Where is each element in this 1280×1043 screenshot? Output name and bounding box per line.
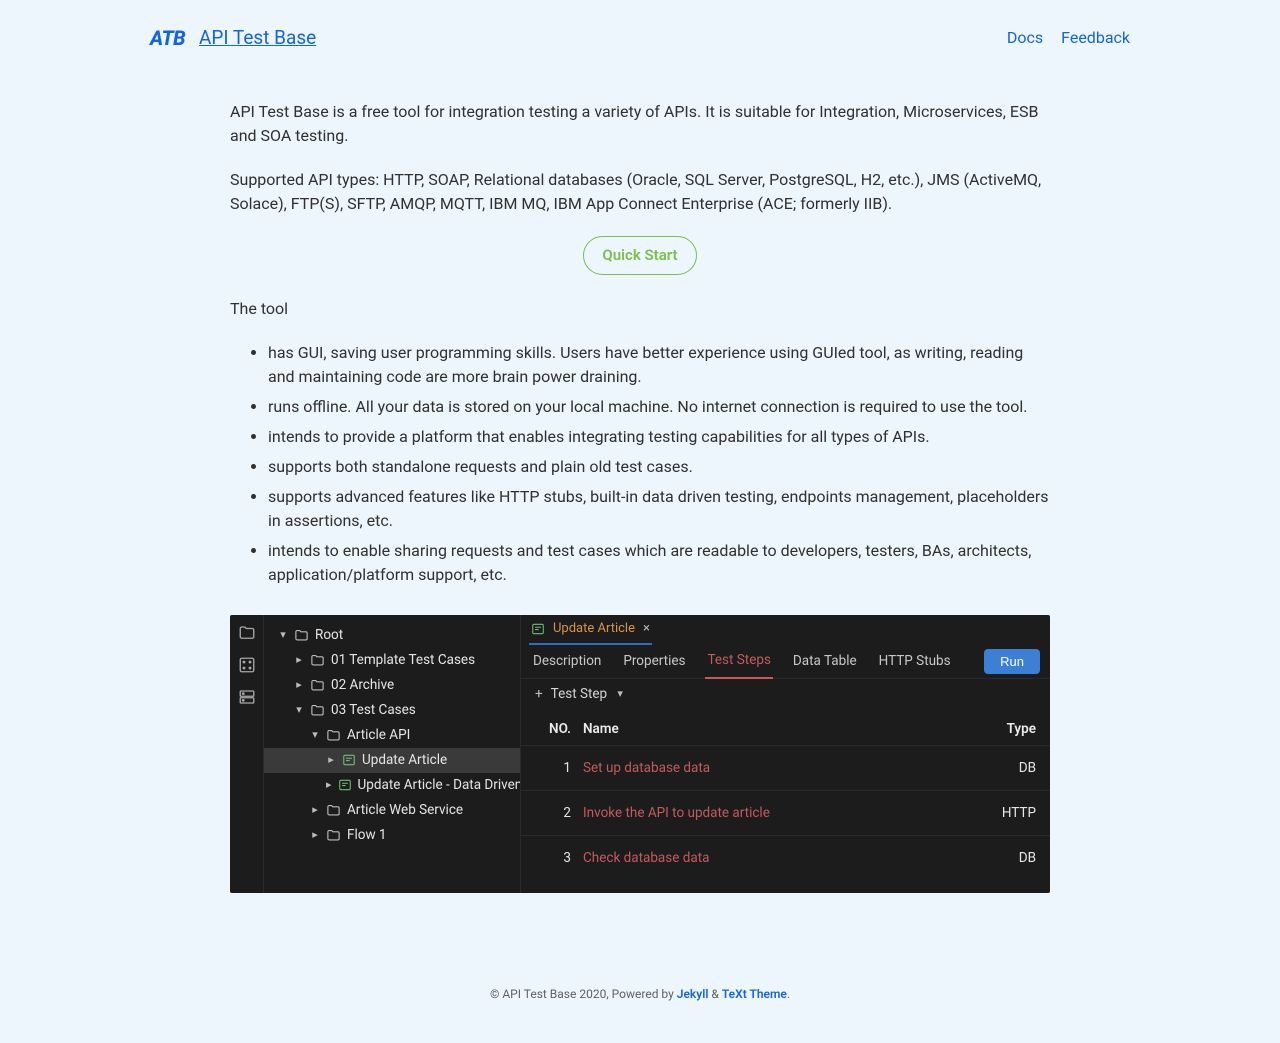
cell-no: 1 [535, 758, 583, 778]
tree-label: 01 Template Test Cases [331, 648, 475, 673]
table-row[interactable]: 2 Invoke the API to update article HTTP [521, 791, 1050, 836]
subtab-data-table[interactable]: Data Table [791, 645, 859, 677]
cell-name: Check database data [583, 848, 978, 868]
add-test-step[interactable]: + Test Step ▾ [521, 679, 1050, 711]
chevron-down-icon: ▾ [615, 686, 625, 703]
list-item: has GUI, saving user programming skills.… [268, 341, 1050, 389]
footer-suffix: . [787, 987, 790, 1001]
plus-icon: + [535, 684, 543, 704]
chevron-right-icon: ▸ [310, 827, 320, 844]
chevron-right-icon: ▸ [326, 777, 332, 794]
site-title-link[interactable]: API Test Base [199, 24, 316, 53]
footer: © API Test Base 2020, Powered by Jekyll … [0, 933, 1280, 1043]
tree-row[interactable]: ▸ Update Article - Data Driven [264, 773, 520, 798]
tree-row-selected[interactable]: ▸ Update Article [264, 748, 520, 773]
subtab-description[interactable]: Description [531, 645, 603, 677]
tree-row[interactable]: ▾ Article API [264, 723, 520, 748]
list-item: runs offline. All your data is stored on… [268, 395, 1050, 419]
testcase-icon [342, 753, 356, 767]
subtab-test-steps[interactable]: Test Steps [705, 644, 772, 678]
cell-no: 3 [535, 848, 583, 868]
subtab-properties[interactable]: Properties [621, 645, 687, 677]
folder-icon [310, 678, 325, 693]
footer-amp: & [708, 987, 721, 1001]
col-header-name: Name [583, 719, 978, 739]
folder-icon [238, 624, 256, 642]
nav-feedback[interactable]: Feedback [1061, 26, 1130, 50]
footer-jekyll-link[interactable]: Jekyll [677, 987, 709, 1001]
tree-label: Update Article - Data Driven [358, 773, 520, 798]
intro-p2: Supported API types: HTTP, SOAP, Relatio… [230, 168, 1050, 216]
subtab-http-stubs[interactable]: HTTP Stubs [877, 645, 953, 677]
tree-label: Root [315, 623, 343, 648]
chevron-down-icon: ▾ [310, 727, 320, 744]
chevron-right-icon: ▸ [310, 802, 320, 819]
tree-row[interactable]: ▸ 02 Archive [264, 673, 520, 698]
server-icon [238, 688, 256, 706]
list-item: supports advanced features like HTTP stu… [268, 485, 1050, 533]
tree-label: Flow 1 [347, 823, 387, 848]
folder-icon [326, 728, 341, 743]
chevron-down-icon: ▾ [294, 702, 304, 719]
col-header-type: Type [978, 719, 1036, 739]
list-item: intends to provide a platform that enabl… [268, 425, 1050, 449]
list-item: supports both standalone requests and pl… [268, 455, 1050, 479]
footer-text-theme-link[interactable]: TeXt Theme [722, 987, 787, 1001]
cell-no: 2 [535, 803, 583, 823]
editor-tab[interactable]: Update Article × [529, 615, 652, 645]
cell-type: HTTP [978, 803, 1036, 823]
folder-icon [326, 828, 341, 843]
nav-docs[interactable]: Docs [1007, 26, 1043, 50]
app-screenshot: ▾ Root ▸ 01 Template Test Cases ▸ 02 Arc… [230, 615, 1050, 893]
folder-icon [294, 628, 309, 643]
testcase-icon [531, 622, 545, 636]
table-row[interactable]: 1 Set up database data DB [521, 746, 1050, 791]
tree-row[interactable]: ▸ Flow 1 [264, 823, 520, 848]
chevron-right-icon: ▸ [294, 677, 304, 694]
feature-list: has GUI, saving user programming skills.… [230, 341, 1050, 587]
logo: ATB [150, 23, 185, 53]
table-row[interactable]: 3 Check database data DB [521, 836, 1050, 880]
testcase-icon [338, 778, 352, 792]
chevron-right-icon: ▸ [326, 752, 336, 769]
tree-label: 03 Test Cases [331, 698, 416, 723]
tree-row[interactable]: ▸ 01 Template Test Cases [264, 648, 520, 673]
chevron-down-icon: ▾ [278, 627, 288, 644]
grid-icon [238, 656, 256, 674]
tool-lead: The tool [230, 297, 1050, 321]
close-icon[interactable]: × [643, 619, 650, 639]
folder-icon [310, 653, 325, 668]
footer-prefix: © API Test Base 2020, Powered by [490, 987, 677, 1001]
folder-icon [326, 803, 341, 818]
intro-p1: API Test Base is a free tool for integra… [230, 100, 1050, 148]
tree-row[interactable]: ▾ 03 Test Cases [264, 698, 520, 723]
cell-name: Set up database data [583, 758, 978, 778]
tree-label: 02 Archive [331, 673, 394, 698]
list-item: intends to enable sharing requests and t… [268, 539, 1050, 587]
folder-icon [310, 703, 325, 718]
cell-type: DB [978, 848, 1036, 868]
quick-start-button[interactable]: Quick Start [583, 236, 696, 275]
tree-label: Article API [347, 723, 410, 748]
run-button[interactable]: Run [984, 649, 1040, 674]
tree-label: Update Article [362, 748, 447, 773]
col-header-no: NO. [535, 719, 583, 739]
tree-row[interactable]: ▸ Article Web Service [264, 798, 520, 823]
chevron-right-icon: ▸ [294, 652, 304, 669]
add-step-label: Test Step [551, 684, 607, 704]
cell-name: Invoke the API to update article [583, 803, 978, 823]
tree-label: Article Web Service [347, 798, 463, 823]
cell-type: DB [978, 758, 1036, 778]
tab-title: Update Article [553, 619, 635, 639]
tree-row-root[interactable]: ▾ Root [264, 623, 520, 648]
